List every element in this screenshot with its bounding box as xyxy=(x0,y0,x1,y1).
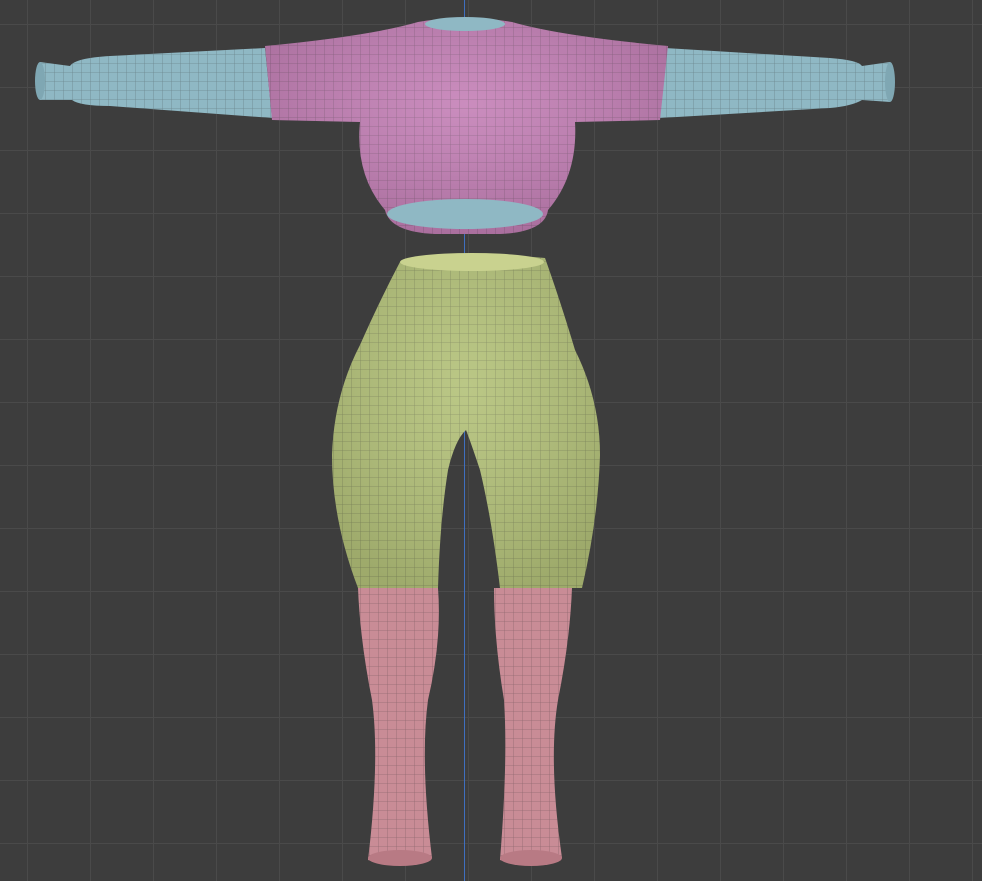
right-sleeve[interactable] xyxy=(660,48,895,118)
collar-opening xyxy=(425,17,505,31)
right-sock[interactable] xyxy=(494,588,572,866)
left-sock[interactable] xyxy=(358,588,439,866)
left-sleeve[interactable] xyxy=(35,48,272,118)
waistband xyxy=(400,253,544,271)
scene-canvas[interactable] xyxy=(0,0,982,881)
leggings[interactable] xyxy=(332,253,600,589)
hem-opening xyxy=(387,199,543,229)
crop-sweater[interactable] xyxy=(265,17,668,234)
3d-viewport[interactable] xyxy=(0,0,982,881)
